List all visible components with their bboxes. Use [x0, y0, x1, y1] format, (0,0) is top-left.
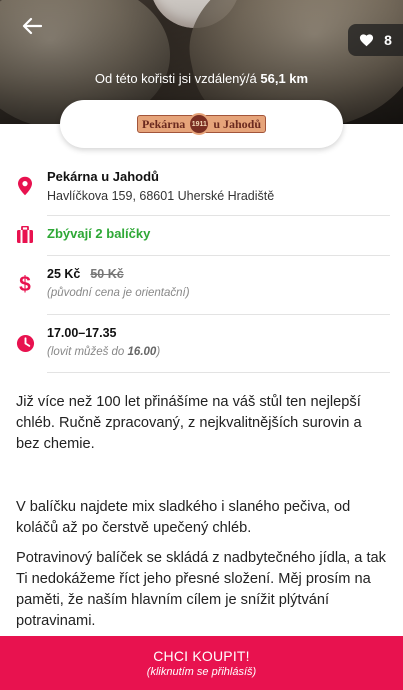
logo-badge: 1911 — [188, 113, 211, 135]
buy-button-sublabel: (kliknutím se přihlásíš) — [146, 666, 257, 678]
price-line: 25 Kč 50 Kč — [47, 267, 190, 281]
buy-button[interactable]: CHCI KOUPIT! (kliknutím se přihlásíš) — [0, 636, 403, 690]
map-pin-icon — [14, 175, 36, 197]
arrow-left-icon — [22, 17, 42, 35]
pickup-row: 17.00–17.35 (lovit můžeš do 16.00) — [0, 322, 403, 362]
price-note: (původní cena je orientační) — [47, 287, 190, 299]
remaining-packages: Zbývají 2 balíčky — [47, 226, 151, 241]
distance-value: 56,1 km — [260, 71, 309, 86]
pickup-note: (lovit můžeš do 16.00) — [47, 346, 160, 358]
shop-logo: Pekárna 1911 u Jahodů — [136, 113, 267, 135]
clock-icon — [14, 332, 36, 354]
pickup-note-suffix: ) — [156, 346, 161, 358]
shop-logo-pill: Pekárna 1911 u Jahodů — [60, 100, 343, 148]
description-paragraph: V balíčku najdete mix sladkého i slaného… — [16, 499, 351, 536]
location-row[interactable]: Pekárna u Jahodů Havlíčkova 159, 68601 U… — [0, 166, 403, 206]
shop-name: Pekárna u Jahodů — [47, 169, 159, 184]
heart-icon — [360, 34, 374, 47]
description-paragraph: Potravinový balíček se skládá z nadbyteč… — [16, 550, 386, 629]
pickup-note-time: 16.00 — [127, 346, 157, 358]
distance-text: Od této kořisti jsi vzdálený/á 56,1 km — [0, 71, 403, 86]
price-row: $ 25 Kč 50 Kč (původní cena je orientační… — [0, 263, 403, 305]
divider — [47, 372, 390, 373]
logo-text-left: Pekárna — [141, 116, 186, 131]
shop-address: Havlíčkova 159, 68601 Uherské Hradiště — [47, 189, 275, 203]
distance-prefix: Od této kořisti jsi vzdálený/á — [94, 71, 257, 86]
favorite-button[interactable]: 8 — [348, 24, 403, 56]
favorite-count: 8 — [384, 32, 392, 48]
divider — [47, 215, 390, 216]
price-original: 50 Kč — [90, 267, 124, 281]
pickup-note-prefix: (lovit můžeš do — [47, 346, 128, 358]
logo-text-right: u Jahodů — [213, 116, 262, 131]
package-icon — [14, 224, 36, 246]
price-current: 25 Kč — [47, 267, 81, 281]
divider — [47, 314, 390, 315]
description-paragraph: Již více než 100 let přinášíme na váš st… — [16, 394, 362, 452]
buy-button-label: CHCI KOUPIT! — [153, 648, 250, 664]
svg-text:$: $ — [19, 273, 31, 295]
description: Již více než 100 let přinášíme na váš st… — [16, 392, 386, 653]
pickup-time: 17.00–17.35 — [47, 326, 117, 340]
back-button[interactable] — [18, 12, 46, 40]
dollar-icon: $ — [14, 273, 36, 295]
divider — [47, 255, 390, 256]
packages-row: Zbývají 2 balíčky — [0, 222, 403, 248]
